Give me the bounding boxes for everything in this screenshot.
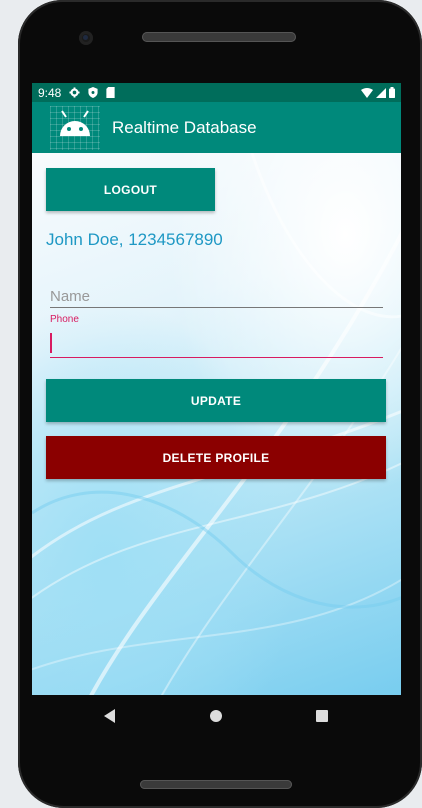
bottom-speaker [140,780,292,789]
user-info-text: John Doe, 1234567890 [46,230,223,249]
recents-icon[interactable] [316,710,328,722]
name-input-placeholder: Name [50,288,91,305]
home-icon[interactable] [210,710,222,722]
phone-field[interactable] [50,331,383,358]
app-title: Realtime Database [112,117,257,137]
main-content: LOGOUT John Doe, 1234567890 Name Phone U… [32,153,401,695]
battery-icon [389,87,395,98]
name-field[interactable]: Name [50,283,383,308]
text-cursor [50,333,52,353]
status-bar: 9:48 [32,83,401,102]
update-button[interactable]: UPDATE [46,379,386,422]
phone-frame: 9:48 Realtime Database LOGOUT John Doe, … [18,0,422,808]
app-bar: Realtime Database [32,102,401,153]
earpiece-speaker [142,32,296,42]
android-icon [50,105,100,150]
sim-icon [106,87,115,98]
phone-field-label: Phone [50,314,79,325]
delete-profile-button[interactable]: DELETE PROFILE [46,436,386,479]
logout-button[interactable]: LOGOUT [46,168,215,211]
wifi-icon [361,87,373,98]
shield-icon [88,87,98,98]
settings-icon [69,87,80,98]
front-camera [79,31,93,45]
signal-icon [376,87,386,98]
navigation-bar [18,695,422,740]
back-icon[interactable] [104,709,115,723]
status-time: 9:48 [38,85,62,100]
screen: 9:48 Realtime Database LOGOUT John Doe, … [32,83,401,695]
